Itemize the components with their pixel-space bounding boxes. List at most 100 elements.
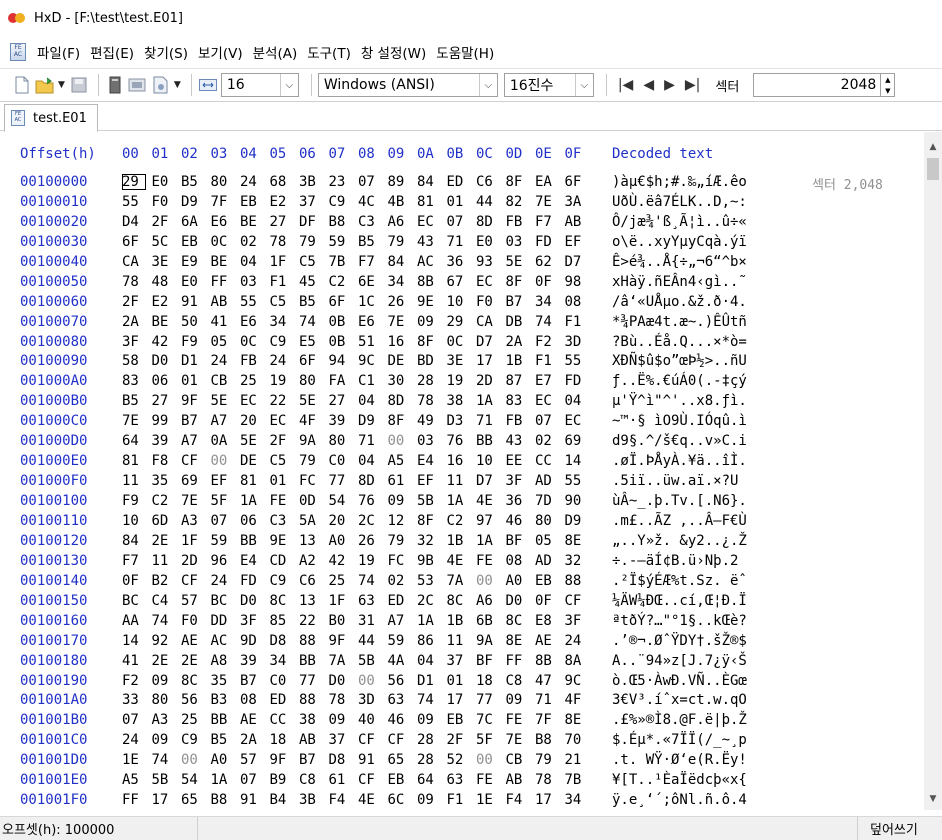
hex-byte[interactable]: 6F bbox=[565, 174, 589, 190]
hex-byte[interactable]: E4 bbox=[240, 553, 264, 569]
hex-byte[interactable]: 61 bbox=[388, 473, 412, 489]
hex-byte[interactable]: 4E bbox=[447, 553, 471, 569]
hex-byte[interactable]: 42 bbox=[152, 334, 176, 350]
hex-byte[interactable]: 27 bbox=[329, 393, 353, 409]
hex-byte[interactable]: A0 bbox=[329, 533, 353, 549]
hex-byte[interactable]: 2E bbox=[152, 653, 176, 669]
hex-byte[interactable]: 5A bbox=[299, 513, 323, 529]
hex-byte[interactable]: 09 bbox=[417, 792, 441, 808]
hex-byte[interactable]: 03 bbox=[506, 234, 530, 250]
hex-byte[interactable]: D9 bbox=[181, 194, 205, 210]
hex-byte[interactable]: D0 bbox=[240, 593, 264, 609]
hex-byte[interactable]: BE bbox=[152, 314, 176, 330]
hex-byte[interactable]: D9 bbox=[358, 413, 382, 429]
hex-byte[interactable]: 8F bbox=[388, 413, 412, 429]
hex-byte[interactable]: C1 bbox=[358, 373, 382, 389]
hex-byte[interactable]: 7E bbox=[535, 194, 559, 210]
decoded-text[interactable]: ?Bù..Éå.Q...×*ò= bbox=[612, 334, 747, 350]
hex-byte[interactable]: 05 bbox=[535, 533, 559, 549]
hex-byte[interactable]: 71 bbox=[476, 413, 500, 429]
hex-byte[interactable]: B4 bbox=[270, 792, 294, 808]
hex-byte[interactable]: 08 bbox=[240, 692, 264, 708]
hex-byte[interactable]: 48 bbox=[152, 274, 176, 290]
hex-byte[interactable]: 35 bbox=[211, 673, 235, 689]
hex-byte[interactable]: 3F bbox=[506, 473, 530, 489]
hex-byte[interactable]: BB bbox=[476, 433, 500, 449]
hex-byte[interactable]: 39 bbox=[152, 433, 176, 449]
decoded-text[interactable]: ùÂ~_.þ.Tv.[.N6}. bbox=[612, 493, 747, 509]
hex-byte[interactable]: BB bbox=[240, 533, 264, 549]
hex-row[interactable]: 00100160 AA 74 F0 DD 3F 85 22 B0 31 A7 1A 1B 6B 8C E8 3F… bbox=[0, 613, 920, 633]
hex-byte[interactable]: 88 bbox=[299, 633, 323, 649]
hex-byte[interactable]: EC bbox=[417, 214, 441, 230]
hex-byte[interactable]: E6 bbox=[211, 214, 235, 230]
hex-byte[interactable]: F1 bbox=[270, 274, 294, 290]
hex-byte[interactable]: D7 bbox=[476, 334, 500, 350]
hex-byte[interactable]: 58 bbox=[122, 353, 146, 369]
hex-byte[interactable]: 03 bbox=[240, 274, 264, 290]
hex-byte[interactable]: AC bbox=[417, 254, 441, 270]
tab-test-e01[interactable]: FE AC test.E01 bbox=[4, 104, 98, 132]
hex-byte[interactable]: 4F bbox=[565, 692, 589, 708]
hex-byte[interactable]: CA bbox=[476, 314, 500, 330]
hex-byte[interactable]: 78 bbox=[122, 274, 146, 290]
hex-editor[interactable]: Offset(h) 00 01 02 03 04 05 06 07 08 09 0A 0B 0C 0D 0E… bbox=[0, 132, 942, 810]
hex-byte[interactable]: 63 bbox=[388, 692, 412, 708]
hex-byte[interactable]: 44 bbox=[476, 194, 500, 210]
hex-row[interactable]: 00100150 BC C4 57 BC D0 8C 13 1F 63 ED 2C 8C A6 D0 0F CF… bbox=[0, 593, 920, 613]
open-disk-image-icon[interactable] bbox=[151, 75, 171, 95]
hex-byte[interactable]: C9 bbox=[270, 334, 294, 350]
hex-byte[interactable]: 77 bbox=[299, 673, 323, 689]
hex-byte[interactable]: AE bbox=[535, 633, 559, 649]
hex-byte[interactable]: D4 bbox=[122, 214, 146, 230]
hex-byte[interactable]: 09 bbox=[417, 314, 441, 330]
hex-byte[interactable]: 81 bbox=[240, 473, 264, 489]
hex-byte[interactable]: 08 bbox=[506, 553, 530, 569]
decoded-text[interactable]: .øÏ.ÞÅyÀ.¥ä..îÌ. bbox=[612, 453, 747, 469]
hex-byte[interactable]: 84 bbox=[122, 533, 146, 549]
hex-byte[interactable]: 78 bbox=[535, 772, 559, 788]
hex-byte[interactable]: 22 bbox=[299, 613, 323, 629]
hex-byte[interactable]: C9 bbox=[329, 194, 353, 210]
decoded-text[interactable]: xHàÿ.ñEÂn4‹gì..˜ bbox=[612, 274, 747, 290]
decoded-text[interactable]: .m£..ÃZ ,..Â—F€Ù bbox=[612, 513, 747, 529]
decoded-text[interactable]: UðÙ.ëâ7ÉLK..D‚~: bbox=[612, 194, 747, 210]
hex-byte[interactable]: 52 bbox=[447, 752, 471, 768]
disk-editor-icon[interactable] bbox=[105, 75, 125, 95]
hex-row[interactable]: 00100070 2A BE 50 41 E6 34 74 0B E6 7E 09 29 CA DB 74 F1… bbox=[0, 314, 920, 334]
hex-byte[interactable]: 65 bbox=[388, 752, 412, 768]
hex-byte[interactable]: 80 bbox=[329, 433, 353, 449]
hex-row[interactable]: 00100140 0F B2 CF 24 FD C9 C6 25 74 02 53 7A 00 A0 EB 88… bbox=[0, 573, 920, 593]
hex-byte[interactable]: 9B bbox=[417, 553, 441, 569]
hex-byte[interactable]: 8C bbox=[181, 673, 205, 689]
hex-byte[interactable]: 3B bbox=[299, 792, 323, 808]
hex-byte[interactable]: 7E bbox=[181, 493, 205, 509]
hex-byte[interactable]: 13 bbox=[299, 533, 323, 549]
hex-byte[interactable]: 2C bbox=[358, 513, 382, 529]
hex-byte[interactable]: 7C bbox=[476, 712, 500, 728]
hex-byte[interactable]: BB bbox=[299, 653, 323, 669]
decoded-text[interactable]: ÷.-–äÍ¢B.ü›Nþ.­2 bbox=[612, 553, 738, 569]
hex-byte[interactable]: 8B bbox=[417, 274, 441, 290]
hex-byte[interactable]: CF bbox=[181, 573, 205, 589]
hex-byte[interactable]: 74 bbox=[152, 613, 176, 629]
hex-byte[interactable]: 4E bbox=[476, 493, 500, 509]
hex-row[interactable]: 00100030 6F 5C EB 0C 02 78 79 59 B5 79 43 71 E0 03 FD EF… bbox=[0, 234, 920, 254]
hex-byte[interactable]: 01 bbox=[447, 194, 471, 210]
hex-byte[interactable]: 3B bbox=[299, 174, 323, 190]
hex-byte[interactable]: 74 bbox=[535, 314, 559, 330]
hex-byte[interactable]: 71 bbox=[447, 234, 471, 250]
menu-file[interactable]: 파일(F) bbox=[32, 42, 85, 62]
hex-byte[interactable]: A3 bbox=[181, 513, 205, 529]
hex-byte[interactable]: E6 bbox=[358, 314, 382, 330]
hex-byte[interactable]: 24 bbox=[211, 353, 235, 369]
hex-byte[interactable]: 8F bbox=[417, 513, 441, 529]
hex-byte[interactable]: BF bbox=[476, 653, 500, 669]
hex-byte[interactable]: F2 bbox=[535, 334, 559, 350]
hex-byte[interactable]: 42 bbox=[329, 553, 353, 569]
charset-select[interactable]: Windows (ANSI) ⌵ bbox=[317, 73, 498, 97]
hex-byte[interactable]: 76 bbox=[358, 493, 382, 509]
hex-byte[interactable]: CF bbox=[358, 732, 382, 748]
hex-byte[interactable]: F7 bbox=[535, 214, 559, 230]
decoded-text[interactable]: ~™·§ ìO9Ù.IÓqû.ì bbox=[612, 413, 747, 429]
